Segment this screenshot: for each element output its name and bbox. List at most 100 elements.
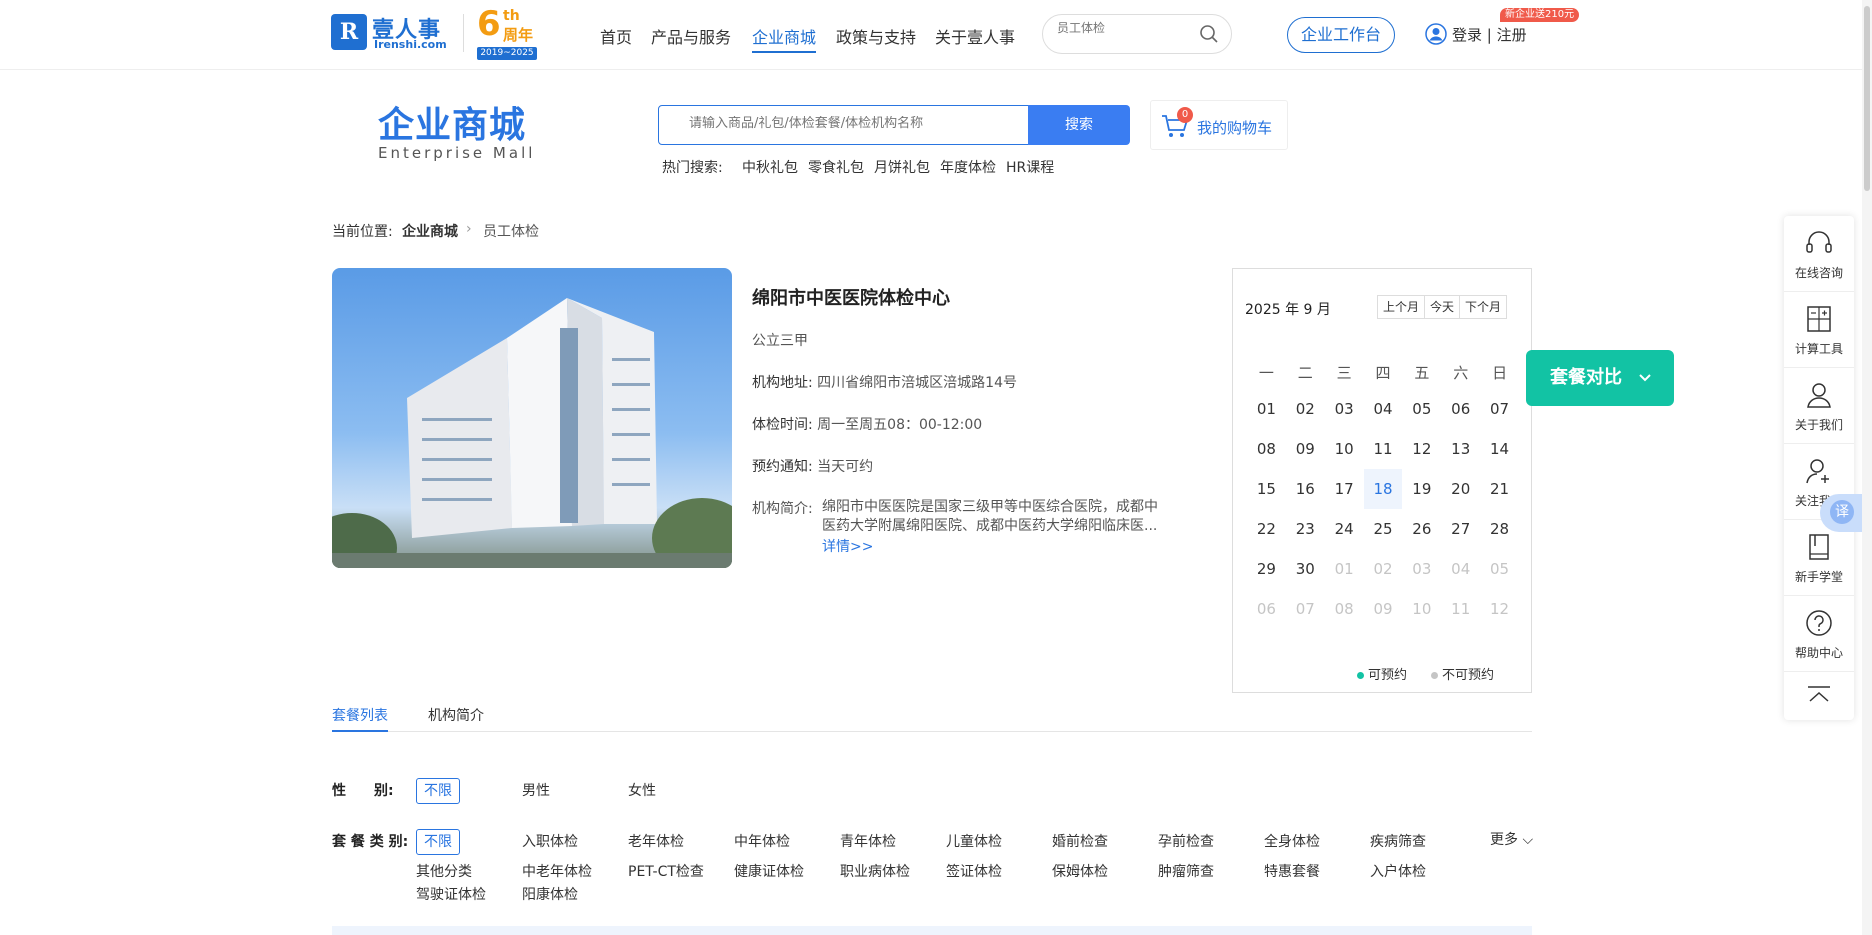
filter-type-option[interactable]: 婚前检查: [1052, 831, 1108, 851]
workbench-button[interactable]: 企业工作台: [1287, 17, 1395, 53]
calendar-day[interactable]: 05: [1402, 389, 1441, 429]
nav-home[interactable]: 首页: [600, 24, 632, 48]
hot-search-item[interactable]: HR课程: [1006, 157, 1054, 177]
nav-products[interactable]: 产品与服务: [651, 24, 731, 48]
filter-gender-any[interactable]: 不限: [416, 778, 460, 804]
sidebar-item-about[interactable]: 关于我们: [1784, 368, 1854, 444]
filter-type-option[interactable]: 孕前检查: [1158, 831, 1214, 851]
calendar-day[interactable]: 25: [1364, 509, 1403, 549]
mall-title: 企业商城: [378, 105, 527, 146]
search-button[interactable]: 搜索: [1028, 105, 1130, 145]
nav-mall[interactable]: 企业商城: [752, 24, 817, 53]
filter-type-option[interactable]: 入户体检: [1370, 861, 1426, 881]
calendar-day[interactable]: 07: [1480, 389, 1519, 429]
calendar-day[interactable]: 26: [1402, 509, 1441, 549]
filter-type-option[interactable]: 青年体检: [840, 831, 896, 851]
calendar-day[interactable]: 19: [1402, 469, 1441, 509]
filter-type-option[interactable]: 保姆体检: [1052, 861, 1108, 881]
details-link[interactable]: 详情>>: [822, 536, 873, 556]
filter-type-option[interactable]: 入职体检: [522, 831, 578, 851]
filter-type-option[interactable]: 中老年体检: [522, 861, 592, 881]
filter-type-option[interactable]: 签证体检: [946, 861, 1002, 881]
calendar-day[interactable]: 04: [1364, 389, 1403, 429]
package-compare-button[interactable]: 套餐对比: [1526, 350, 1674, 406]
add-user-icon: [1806, 459, 1829, 484]
back-to-top-button[interactable]: [1784, 672, 1854, 720]
nav-policy[interactable]: 政策与支持: [836, 24, 916, 48]
calendar-day[interactable]: 22: [1247, 509, 1286, 549]
calendar-day[interactable]: 16: [1286, 469, 1325, 509]
hot-search-item[interactable]: 年度体检: [940, 157, 996, 177]
calendar-day[interactable]: 10: [1325, 429, 1364, 469]
breadcrumb-parent[interactable]: 企业商城: [402, 221, 458, 241]
filter-type-option[interactable]: 疾病筛查: [1370, 831, 1426, 851]
filter-type-option[interactable]: 儿童体检: [946, 831, 1002, 851]
calendar-day[interactable]: 29: [1247, 549, 1286, 589]
top-search-input[interactable]: [1057, 21, 1197, 35]
mall-search-input[interactable]: [689, 116, 1009, 131]
sidebar-item-help[interactable]: 帮助中心: [1784, 596, 1854, 672]
prev-month-button[interactable]: 上个月: [1378, 296, 1426, 318]
calendar-day[interactable]: 23: [1286, 509, 1325, 549]
calendar-day[interactable]: 09: [1286, 429, 1325, 469]
user-icon[interactable]: [1425, 23, 1447, 49]
search-icon[interactable]: [1199, 24, 1219, 48]
available-dot: [1357, 672, 1364, 679]
filter-type-option[interactable]: 肿瘤筛查: [1158, 861, 1214, 881]
today-button[interactable]: 今天: [1425, 296, 1461, 318]
sidebar-item-consult[interactable]: 在线咨询: [1784, 216, 1854, 292]
calendar-day[interactable]: 15: [1247, 469, 1286, 509]
sidebar-item-tools[interactable]: 计算工具: [1784, 292, 1854, 368]
filter-type-option[interactable]: 阳康体检: [522, 884, 578, 904]
tab-package-list[interactable]: 套餐列表: [332, 705, 388, 725]
calendar-day[interactable]: 12: [1402, 429, 1441, 469]
filter-gender-male[interactable]: 男性: [522, 780, 550, 800]
tab-institution-intro[interactable]: 机构简介: [428, 705, 484, 725]
calendar-day[interactable]: 01: [1247, 389, 1286, 429]
filter-type-option[interactable]: 不限: [416, 829, 460, 855]
filter-type-option[interactable]: 老年体检: [628, 831, 684, 851]
filter-type-option[interactable]: 其他分类: [416, 861, 472, 881]
filter-type-option[interactable]: 职业病体检: [840, 861, 910, 881]
calendar-day[interactable]: 21: [1480, 469, 1519, 509]
calendar-day[interactable]: 13: [1441, 429, 1480, 469]
filter-type-option[interactable]: 健康证体检: [734, 861, 804, 881]
calendar-day[interactable]: 11: [1364, 429, 1403, 469]
calendar-day[interactable]: 28: [1480, 509, 1519, 549]
hot-search-item[interactable]: 零食礼包: [808, 157, 864, 177]
filter-gender-female[interactable]: 女性: [628, 780, 656, 800]
calendar-day: 06: [1256, 600, 1276, 618]
calendar-day[interactable]: 08: [1247, 429, 1286, 469]
calendar-day[interactable]: 27: [1441, 509, 1480, 549]
calendar-day[interactable]: 24: [1325, 509, 1364, 549]
address-label: 机构地址:: [752, 375, 813, 391]
top-navbar: R 壹人事 Irenshi.com 6 th 周年 2019~2025 首页 产…: [0, 0, 1872, 70]
filter-type-option[interactable]: PET-CT检查: [628, 861, 704, 881]
filter-type-option[interactable]: 特惠套餐: [1264, 861, 1320, 881]
calendar-day[interactable]: 20: [1441, 469, 1480, 509]
calendar-day: 01: [1334, 560, 1354, 578]
cart-button[interactable]: 0 我的购物车: [1150, 100, 1288, 150]
calendar-day[interactable]: 03: [1325, 389, 1364, 429]
calendar-day[interactable]: 18: [1363, 469, 1403, 509]
calendar-day[interactable]: 06: [1441, 389, 1480, 429]
logo-icon[interactable]: R: [331, 14, 367, 50]
page-scrollbar[interactable]: [1862, 0, 1872, 935]
filter-type-option[interactable]: 驾驶证体检: [416, 884, 486, 904]
calendar-day[interactable]: 30: [1286, 549, 1325, 589]
filter-type-option[interactable]: 中年体检: [734, 831, 790, 851]
hot-search-item[interactable]: 中秋礼包: [742, 157, 798, 177]
translate-button[interactable]: 译: [1820, 494, 1864, 532]
hot-search-item[interactable]: 月饼礼包: [874, 157, 930, 177]
calendar-day: 08: [1334, 600, 1354, 618]
filter-more-button[interactable]: 更多 ⌵: [1490, 829, 1533, 849]
scrollbar-thumb[interactable]: [1864, 6, 1870, 191]
calendar-day[interactable]: 02: [1286, 389, 1325, 429]
calendar-day[interactable]: 14: [1480, 429, 1519, 469]
calendar-day[interactable]: 17: [1325, 469, 1364, 509]
filter-type-option[interactable]: 全身体检: [1264, 831, 1320, 851]
weekday-header: 四: [1375, 364, 1391, 382]
next-month-button[interactable]: 下个月: [1460, 296, 1506, 318]
login-register-link[interactable]: 登录 | 注册: [1452, 24, 1527, 45]
nav-about[interactable]: 关于壹人事: [935, 24, 1015, 48]
